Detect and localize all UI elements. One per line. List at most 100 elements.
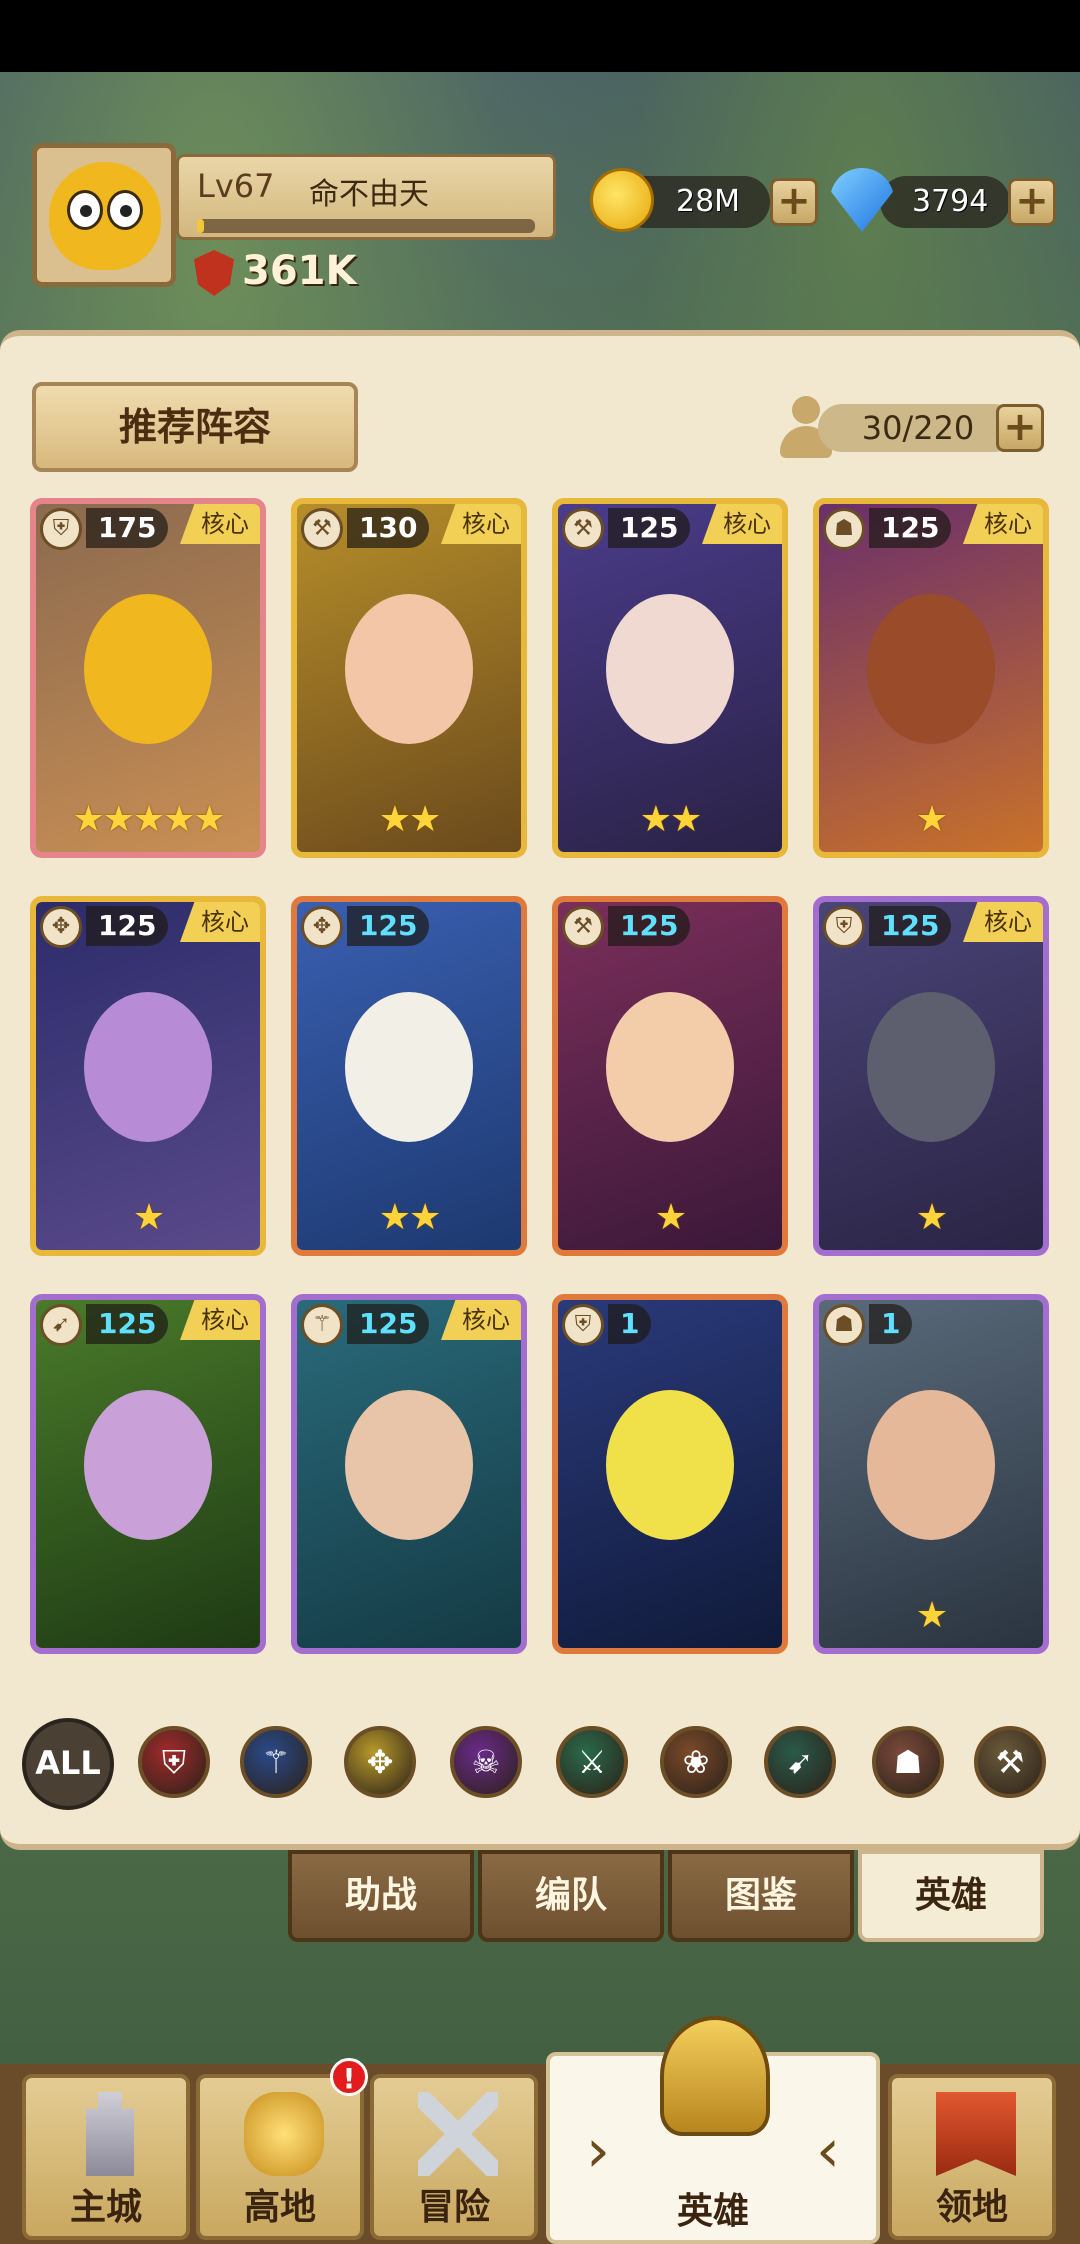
hero-card[interactable]: ⛨ 175 核心 ★★★★★ xyxy=(30,498,266,858)
nav-main-city[interactable]: 主城 xyxy=(22,2074,190,2240)
wing-icon: ✥ xyxy=(301,906,343,948)
hero-level: 125 xyxy=(347,1304,430,1344)
combat-power: 361K xyxy=(242,248,357,294)
filter-shield-icon[interactable]: ⛨ xyxy=(138,1726,210,1798)
treasure-icon xyxy=(244,2092,324,2176)
hero-face xyxy=(345,594,473,744)
filter-hammer-icon[interactable]: ⚒ xyxy=(974,1726,1046,1798)
filter-beast-icon[interactable]: ☗ xyxy=(872,1726,944,1798)
hero-level: 130 xyxy=(347,508,430,548)
beast-icon: ☗ xyxy=(823,508,865,550)
nav-arrow-left-icon: ‹ xyxy=(816,2116,840,2186)
recommend-lineup-button[interactable]: 推荐阵容 xyxy=(32,382,358,472)
filter-skull-icon[interactable]: ☠ xyxy=(450,1726,522,1798)
nav-highland[interactable]: 高地 xyxy=(196,2074,364,2240)
tab-formation[interactable]: 编队 xyxy=(478,1850,664,1942)
hero-stars: ★ xyxy=(654,1197,687,1238)
add-gem-button[interactable]: + xyxy=(1008,178,1056,226)
hero-stars: ★ xyxy=(915,799,948,840)
filter-all-button[interactable]: ALL xyxy=(22,1718,114,1810)
staff-icon: ⚚ xyxy=(301,1304,343,1346)
exp-bar-fill xyxy=(197,219,204,233)
shield-icon: ⛨ xyxy=(40,508,82,550)
hero-card[interactable]: ⛨ 1 xyxy=(552,1294,788,1654)
highland-alert-badge: ! xyxy=(330,2058,368,2096)
hero-card[interactable]: ✥ 125 ★★ xyxy=(291,896,527,1256)
filter-paw-icon[interactable]: ❀ xyxy=(660,1726,732,1798)
wing-icon: ✥ xyxy=(40,906,82,948)
beast-icon: ☗ xyxy=(823,1304,865,1346)
tab-support[interactable]: 助战 xyxy=(288,1850,474,1942)
shield-icon: ⛨ xyxy=(562,1304,604,1346)
tab-heroes[interactable]: 英雄 xyxy=(858,1850,1044,1942)
gem-value: 3794 xyxy=(912,184,989,219)
nav-territory[interactable]: 领地 xyxy=(888,2074,1056,2240)
hero-level: 125 xyxy=(86,1304,169,1344)
bow-icon: ➹ xyxy=(40,1304,82,1346)
hero-level: 1 xyxy=(869,1304,913,1344)
helmet-icon xyxy=(660,2016,770,2136)
gold-coin-icon xyxy=(590,168,654,232)
filter-sword-icon[interactable]: ⚔ xyxy=(556,1726,628,1798)
player-avatar[interactable] xyxy=(32,143,176,287)
player-name: 命不由天 xyxy=(309,177,429,212)
hero-face xyxy=(345,1390,473,1540)
shield-icon: ⛨ xyxy=(823,906,865,948)
hero-face xyxy=(606,1390,734,1540)
hero-card[interactable]: ☗ 1 ★ xyxy=(813,1294,1049,1654)
hero-stars: ★ xyxy=(915,1197,948,1238)
hero-face xyxy=(606,594,734,744)
nav-heroes[interactable]: › ‹ 英雄 xyxy=(546,2016,880,2244)
hero-face xyxy=(606,992,734,1142)
hero-stars: ★ xyxy=(132,1197,165,1238)
hero-face xyxy=(345,992,473,1142)
hero-face xyxy=(84,992,212,1142)
hero-level: 125 xyxy=(608,906,691,946)
hero-capacity: 30/220 xyxy=(818,404,1018,452)
hero-face xyxy=(867,992,995,1142)
hero-card[interactable]: ✥ 125 核心 ★ xyxy=(30,896,266,1256)
player-level: Lv67 xyxy=(197,167,275,205)
hero-level: 125 xyxy=(869,508,952,548)
hero-stars: ★★ xyxy=(639,799,703,840)
nav-adventure[interactable]: 冒险 xyxy=(370,2074,538,2240)
hero-card[interactable]: ⚚ 125 核心 xyxy=(291,1294,527,1654)
gold-value: 28M xyxy=(676,184,741,219)
hero-level: 125 xyxy=(608,508,691,548)
level-panel: Lv67 命不由天 xyxy=(176,154,556,240)
banner-icon xyxy=(936,2092,1016,2176)
hero-level: 125 xyxy=(869,906,952,946)
hero-face xyxy=(84,594,212,744)
hero-card[interactable]: ⛨ 125 核心 ★ xyxy=(813,896,1049,1256)
hero-card[interactable]: ⚒ 125 ★ xyxy=(552,896,788,1256)
hero-face xyxy=(867,1390,995,1540)
crossed-swords-icon xyxy=(418,2092,498,2176)
hero-stars: ★★ xyxy=(378,799,442,840)
castle-icon xyxy=(86,2092,134,2176)
hero-level: 125 xyxy=(86,906,169,946)
hero-face xyxy=(867,594,995,744)
hero-level: 125 xyxy=(347,906,430,946)
hero-face xyxy=(84,1390,212,1540)
hero-card[interactable]: ➹ 125 核心 xyxy=(30,1294,266,1654)
hero-level: 175 xyxy=(86,508,169,548)
hero-card[interactable]: ⚒ 130 核心 ★★ xyxy=(291,498,527,858)
filter-staff-icon[interactable]: ⚚ xyxy=(240,1726,312,1798)
expand-capacity-button[interactable]: + xyxy=(996,404,1044,452)
filter-wing-icon[interactable]: ✥ xyxy=(344,1726,416,1798)
exp-bar xyxy=(197,219,535,233)
hero-stars: ★★ xyxy=(378,1197,442,1238)
axe-icon: ⚒ xyxy=(562,508,604,550)
nav-arrow-right-icon: › xyxy=(586,2116,610,2186)
hero-stars: ★★★★★ xyxy=(72,799,225,840)
tab-codex[interactable]: 图鉴 xyxy=(668,1850,854,1942)
add-gold-button[interactable]: + xyxy=(770,178,818,226)
avatar-character xyxy=(49,162,161,270)
hero-stars: ★ xyxy=(915,1595,948,1636)
hero-level: 1 xyxy=(608,1304,652,1344)
hero-card[interactable]: ☗ 125 核心 ★ xyxy=(813,498,1049,858)
filter-bow-icon[interactable]: ➹ xyxy=(764,1726,836,1798)
hero-card[interactable]: ⚒ 125 核心 ★★ xyxy=(552,498,788,858)
axe-icon: ⚒ xyxy=(562,906,604,948)
axe-icon: ⚒ xyxy=(301,508,343,550)
